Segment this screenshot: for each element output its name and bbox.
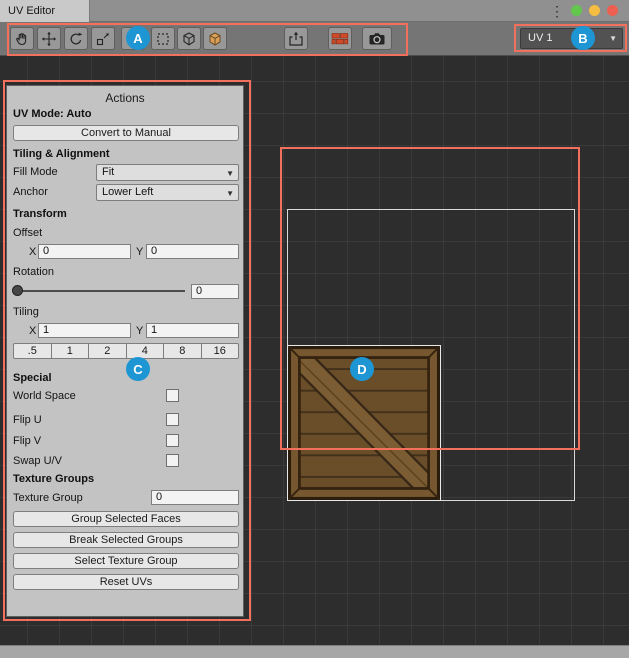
tab-bar: UV Editor ⋮ — [0, 0, 629, 22]
texture-groups-header: Texture Groups — [13, 473, 94, 485]
actions-panel: Actions UV Mode: Auto Convert to Manual … — [6, 85, 244, 617]
fill-mode-dropdown[interactable]: Fit ▼ — [96, 164, 239, 181]
rotation-slider[interactable]: 0 — [13, 284, 239, 298]
status-bar — [0, 645, 629, 658]
world-space-checkbox[interactable] — [166, 389, 179, 402]
offset-label: Offset — [13, 227, 42, 239]
hand-icon — [14, 31, 30, 47]
tiling-y-label: Y — [136, 325, 143, 337]
tiling-label: Tiling — [13, 306, 39, 318]
cube-wireframe-icon — [181, 31, 197, 47]
swap-uv-label: Swap U/V — [13, 455, 62, 467]
preset-1-button[interactable]: 1 — [51, 343, 90, 359]
marquee-icon — [155, 31, 171, 47]
window-menu-icon[interactable]: ⋮ — [550, 2, 564, 20]
offset-y-input[interactable]: 0 — [146, 244, 239, 259]
uv-face-crate-texture[interactable] — [287, 345, 441, 501]
rotate-tool-button[interactable] — [64, 27, 88, 50]
uv-mode-label: UV Mode: Auto — [13, 108, 91, 120]
transform-header: Transform — [13, 208, 67, 220]
special-header: Special — [13, 372, 52, 384]
tiling-alignment-header: Tiling & Alignment — [13, 148, 110, 160]
anchor-dropdown[interactable]: Lower Left ▼ — [96, 184, 239, 201]
fill-mode-value: Fit — [102, 166, 114, 178]
move-icon — [41, 31, 57, 47]
cube-textured-icon — [207, 31, 223, 47]
anchor-value: Lower Left — [102, 186, 153, 198]
group-selected-faces-button[interactable]: Group Selected Faces — [13, 511, 239, 527]
uv-editor-window: UV Editor ⋮ — [0, 0, 629, 658]
preset-16-button[interactable]: 16 — [201, 343, 240, 359]
tiling-presets: .5 1 2 4 8 16 — [13, 343, 239, 359]
panel-title: Actions — [7, 91, 243, 105]
offset-y-label: Y — [136, 246, 143, 258]
window-button-red[interactable] — [607, 5, 618, 16]
offset-x-label: X — [29, 246, 36, 258]
window-button-yellow[interactable] — [589, 5, 600, 16]
slider-thumb[interactable] — [12, 285, 23, 296]
scale-tool-button[interactable] — [91, 27, 115, 50]
crate-texture-image — [288, 346, 440, 500]
texture-group-input[interactable]: 0 — [151, 490, 239, 505]
window-button-green[interactable] — [571, 5, 582, 16]
cube-wire-button[interactable] — [177, 27, 201, 50]
convert-to-manual-button[interactable]: Convert to Manual — [13, 125, 239, 141]
rotation-label: Rotation — [13, 266, 54, 278]
face-icon — [125, 31, 141, 47]
chevron-down-icon: ▼ — [226, 166, 234, 181]
rotate-icon — [68, 31, 84, 47]
texture-group-label: Texture Group — [13, 492, 83, 504]
world-space-label: World Space — [13, 390, 76, 402]
swap-uv-checkbox[interactable] — [166, 454, 179, 467]
uv-channel-dropdown[interactable]: UV 1 ▼ — [520, 28, 623, 49]
bricks-icon — [331, 31, 349, 47]
break-selected-groups-button[interactable]: Break Selected Groups — [13, 532, 239, 548]
select-texture-group-button[interactable]: Select Texture Group — [13, 553, 239, 569]
anchor-label: Anchor — [13, 186, 48, 198]
reset-uvs-button[interactable]: Reset UVs — [13, 574, 239, 590]
pan-tool-button[interactable] — [10, 27, 34, 50]
export-uv-button[interactable] — [284, 27, 308, 50]
texture-preview-button[interactable] — [328, 27, 352, 50]
flip-u-label: Flip U — [13, 414, 42, 426]
flip-u-checkbox[interactable] — [166, 413, 179, 426]
preset-4-button[interactable]: 4 — [126, 343, 165, 359]
chevron-down-icon: ▼ — [609, 29, 617, 48]
export-icon — [287, 31, 305, 47]
slider-track[interactable] — [15, 290, 185, 292]
flip-v-label: Flip V — [13, 435, 41, 447]
face-mode-button[interactable] — [121, 27, 145, 50]
tiling-x-label: X — [29, 325, 36, 337]
move-tool-button[interactable] — [37, 27, 61, 50]
preset-half-button[interactable]: .5 — [13, 343, 52, 359]
scale-icon — [95, 31, 111, 47]
preset-8-button[interactable]: 8 — [163, 343, 202, 359]
tab-uv-editor[interactable]: UV Editor — [0, 0, 90, 22]
preset-2-button[interactable]: 2 — [88, 343, 127, 359]
offset-x-input[interactable]: 0 — [38, 244, 131, 259]
rotation-value-input[interactable]: 0 — [191, 284, 239, 299]
uv-channel-value: UV 1 — [528, 32, 552, 44]
flip-v-checkbox[interactable] — [166, 434, 179, 447]
fill-mode-label: Fill Mode — [13, 166, 58, 178]
screenshot-button[interactable] — [362, 27, 392, 50]
tiling-y-input[interactable]: 1 — [146, 323, 239, 338]
cube-textured-button[interactable] — [203, 27, 227, 50]
tiling-x-input[interactable]: 1 — [38, 323, 131, 338]
chevron-down-icon: ▼ — [226, 186, 234, 201]
marquee-select-button[interactable] — [151, 27, 175, 50]
camera-icon — [368, 31, 386, 47]
